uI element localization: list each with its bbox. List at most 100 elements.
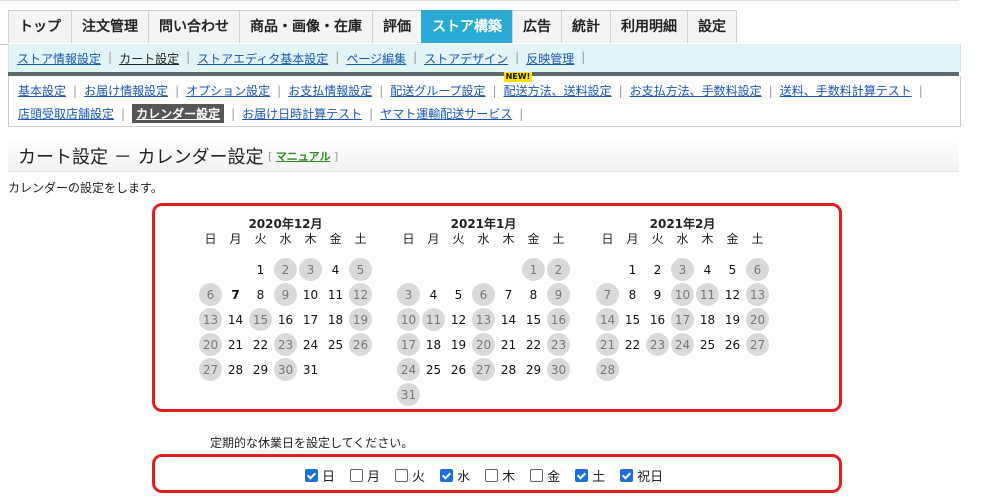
calendar-day[interactable]: 25 xyxy=(695,332,720,357)
calendar-day-holiday[interactable]: 26 xyxy=(348,332,373,357)
checkbox-input[interactable] xyxy=(350,469,364,482)
calendar-day-holiday[interactable]: 13 xyxy=(198,307,223,332)
calendar-day-holiday[interactable]: 31 xyxy=(396,382,421,407)
calendar-day-holiday[interactable]: 27 xyxy=(198,357,223,382)
calendar-day[interactable]: 7 xyxy=(496,282,521,307)
calendar-day[interactable]: 17 xyxy=(298,307,323,332)
calendar-day[interactable]: 21 xyxy=(223,332,248,357)
tab-5[interactable]: ストア構築 xyxy=(421,10,513,43)
holiday-checkbox-1[interactable]: 月 xyxy=(350,466,380,485)
calendar-day[interactable]: 11 xyxy=(323,282,348,307)
checkbox-input[interactable] xyxy=(485,469,499,482)
calendar-day[interactable]: 22 xyxy=(521,332,546,357)
calendar-day-holiday[interactable]: 6 xyxy=(198,282,223,307)
calendar-day-holiday[interactable]: 24 xyxy=(670,332,695,357)
calendar-day-holiday[interactable]: 3 xyxy=(670,257,695,282)
calendar-day[interactable]: 24 xyxy=(298,332,323,357)
cart-subnav-link[interactable]: お支払情報設定 xyxy=(288,82,372,99)
calendar-day[interactable]: 8 xyxy=(248,282,273,307)
calendar-day[interactable]: 12 xyxy=(446,307,471,332)
calendar-day[interactable]: 26 xyxy=(446,357,471,382)
calendar-day-holiday[interactable]: 20 xyxy=(745,307,770,332)
calendar-day[interactable]: 4 xyxy=(323,257,348,282)
calendar-day[interactable]: 28 xyxy=(496,357,521,382)
calendar-day[interactable]: 15 xyxy=(620,307,645,332)
calendar-day-holiday[interactable]: 17 xyxy=(396,332,421,357)
calendar-day-holiday[interactable]: 17 xyxy=(670,307,695,332)
calendar-day[interactable]: 1 xyxy=(620,257,645,282)
calendar-day[interactable]: 29 xyxy=(248,357,273,382)
cart-subnav-link[interactable]: お届け情報設定 xyxy=(84,82,168,99)
cart-subnav-link[interactable]: 送料、手数料計算テスト xyxy=(780,82,912,99)
calendar-day-holiday[interactable]: 11 xyxy=(421,307,446,332)
subnav-link-2[interactable]: ストアエディタ基本設定 xyxy=(197,50,328,67)
calendar-day[interactable]: 1 xyxy=(248,257,273,282)
calendar-day[interactable]: 18 xyxy=(323,307,348,332)
calendar-day-holiday[interactable]: 6 xyxy=(745,257,770,282)
calendar-day[interactable]: 16 xyxy=(273,307,298,332)
subnav-link-1[interactable]: カート設定 xyxy=(119,50,179,67)
calendar-day[interactable]: 19 xyxy=(720,307,745,332)
calendar-day-holiday[interactable]: 1 xyxy=(521,257,546,282)
calendar-day-holiday[interactable]: 13 xyxy=(471,307,496,332)
calendar-day-holiday[interactable]: 2 xyxy=(273,257,298,282)
tab-1[interactable]: 注文管理 xyxy=(71,10,149,43)
calendar-day-holiday[interactable]: 24 xyxy=(396,357,421,382)
calendar-day-holiday[interactable]: 28 xyxy=(595,357,620,382)
subnav-link-3[interactable]: ページ編集 xyxy=(346,50,406,67)
checkbox-input[interactable] xyxy=(575,469,589,482)
cart-subnav-link[interactable]: ヤマト運輸配送サービス xyxy=(380,105,512,122)
cart-subnav-link[interactable]: 店頭受取店舗設定 xyxy=(18,105,114,122)
calendar-day-holiday[interactable]: 27 xyxy=(745,332,770,357)
cart-subnav-link[interactable]: 基本設定 xyxy=(18,82,66,99)
tab-3[interactable]: 商品・画像・在庫 xyxy=(239,10,373,43)
calendar-day-holiday[interactable]: 23 xyxy=(645,332,670,357)
checkbox-input[interactable] xyxy=(305,469,318,482)
calendar-day-holiday[interactable]: 30 xyxy=(546,357,571,382)
calendar-day-holiday[interactable]: 30 xyxy=(273,357,298,382)
cart-subnav-link[interactable]: 配送方法、送料設定 xyxy=(504,84,612,98)
cart-subnav-link[interactable]: お届け日時計算テスト xyxy=(242,105,362,122)
calendar-day[interactable]: 2 xyxy=(645,257,670,282)
subnav-link-4[interactable]: ストアデザイン xyxy=(424,50,508,67)
checkbox-input[interactable] xyxy=(530,469,544,482)
calendar-day-holiday[interactable]: 10 xyxy=(670,282,695,307)
calendar-day[interactable]: 25 xyxy=(421,357,446,382)
holiday-checkbox-3[interactable]: 水 xyxy=(440,466,470,485)
calendar-day-holiday[interactable]: 3 xyxy=(298,257,323,282)
calendar-day[interactable]: 14 xyxy=(223,307,248,332)
holiday-checkbox-2[interactable]: 火 xyxy=(395,466,425,485)
tab-7[interactable]: 統計 xyxy=(561,10,611,43)
holiday-checkbox-6[interactable]: 土 xyxy=(575,466,605,485)
cart-subnav-link[interactable]: お支払方法、手数料設定 xyxy=(630,82,762,99)
calendar-day-holiday[interactable]: 12 xyxy=(348,282,373,307)
calendar-day[interactable]: 29 xyxy=(521,357,546,382)
cart-subnav-link[interactable]: オプション設定 xyxy=(186,82,270,99)
calendar-day-holiday[interactable]: 16 xyxy=(546,307,571,332)
calendar-day[interactable]: 9 xyxy=(645,282,670,307)
holiday-checkbox-7[interactable]: 祝日 xyxy=(620,466,663,485)
calendar-day[interactable]: 7 xyxy=(223,282,248,307)
calendar-day[interactable]: 8 xyxy=(521,282,546,307)
calendar-day-holiday[interactable]: 21 xyxy=(595,332,620,357)
calendar-day-holiday[interactable]: 9 xyxy=(546,282,571,307)
calendar-day-holiday[interactable]: 20 xyxy=(198,332,223,357)
calendar-day-holiday[interactable]: 13 xyxy=(745,282,770,307)
calendar-day[interactable]: 15 xyxy=(521,307,546,332)
calendar-day[interactable]: 26 xyxy=(720,332,745,357)
calendar-day[interactable]: 5 xyxy=(720,257,745,282)
cart-subnav-link[interactable]: 配送グループ設定 xyxy=(390,82,485,99)
calendar-day[interactable]: 4 xyxy=(421,282,446,307)
calendar-day[interactable]: 18 xyxy=(421,332,446,357)
subnav-link-0[interactable]: ストア情報設定 xyxy=(17,50,101,67)
calendar-day-holiday[interactable]: 14 xyxy=(595,307,620,332)
calendar-day[interactable]: 5 xyxy=(446,282,471,307)
calendar-day[interactable]: 22 xyxy=(248,332,273,357)
calendar-day[interactable]: 10 xyxy=(298,282,323,307)
calendar-day[interactable]: 16 xyxy=(645,307,670,332)
calendar-day-holiday[interactable]: 6 xyxy=(471,282,496,307)
calendar-day-holiday[interactable]: 23 xyxy=(273,332,298,357)
calendar-day-holiday[interactable]: 7 xyxy=(595,282,620,307)
calendar-day-holiday[interactable]: 27 xyxy=(471,357,496,382)
calendar-day-holiday[interactable]: 23 xyxy=(546,332,571,357)
